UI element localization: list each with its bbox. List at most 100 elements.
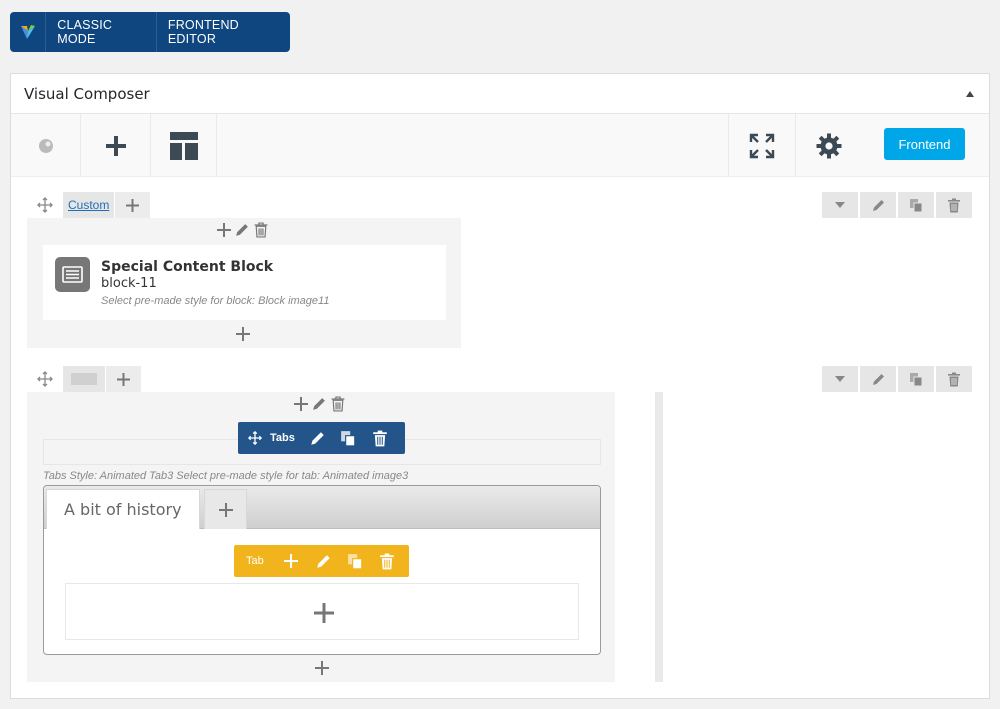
trash-icon <box>331 396 345 412</box>
composer-content: Custom Special Content Block block-11 Se… <box>11 178 989 698</box>
gear-icon <box>816 133 841 158</box>
plus-icon <box>217 223 231 237</box>
vc-logo-icon[interactable] <box>10 12 47 52</box>
plus-icon <box>236 327 250 341</box>
tabs-element-controls: Tabs <box>238 422 405 454</box>
row-toggle-button[interactable] <box>822 366 858 392</box>
element-subtitle: block-11 <box>101 276 157 291</box>
classic-mode-button[interactable]: CLASSIC MODE <box>46 12 156 52</box>
add-element-to-column-button[interactable] <box>235 326 251 342</box>
row2-column: Tabs Tabs Style: Animated Tab3 Select pr… <box>27 392 615 682</box>
row-add-column-button[interactable] <box>114 192 151 218</box>
trash-icon <box>254 222 268 238</box>
pencil-icon <box>313 398 325 410</box>
tab-content-dropzone[interactable] <box>65 583 579 640</box>
element-title: Special Content Block <box>101 259 274 275</box>
visual-composer-panel: Visual Composer Frontend Custom Special … <box>10 73 990 699</box>
pencil-icon <box>872 373 884 385</box>
tabs-delete-button[interactable] <box>372 430 388 447</box>
plus-icon <box>218 502 233 517</box>
plus-icon <box>117 372 130 386</box>
layout-icon <box>169 131 198 160</box>
tabs-header: A bit of history <box>44 486 600 529</box>
tab-clone-button[interactable] <box>347 553 364 570</box>
plus-icon <box>294 397 308 411</box>
tabs-style-description: Tabs Style: Animated Tab3 Select pre-mad… <box>43 470 409 482</box>
trash-icon <box>948 198 960 212</box>
column-edit-button[interactable] <box>234 222 250 238</box>
fullscreen-button[interactable] <box>728 114 795 177</box>
row-move-handle[interactable] <box>27 192 63 218</box>
panel-header: Visual Composer <box>11 74 989 114</box>
add-element-to-column-button[interactable] <box>314 660 330 676</box>
tabs-move-handle[interactable] <box>248 431 262 445</box>
plus-icon <box>314 603 334 623</box>
row-clone-button[interactable] <box>898 366 934 392</box>
row-edit-button[interactable] <box>860 192 896 218</box>
row-edit-button[interactable] <box>860 366 896 392</box>
pencil-icon <box>311 431 324 445</box>
row1-column: Special Content Block block-11 Select pr… <box>27 218 461 348</box>
caret-down-icon <box>835 376 845 382</box>
row-delete-button[interactable] <box>936 192 972 218</box>
settings-button[interactable] <box>795 114 861 177</box>
tab-a-bit-of-history[interactable]: A bit of history <box>46 489 200 529</box>
special-content-block-element[interactable]: Special Content Block block-11 Select pr… <box>43 245 446 320</box>
templates-button[interactable] <box>151 114 217 177</box>
row-toggle-button[interactable] <box>822 192 858 218</box>
frontend-editor-button[interactable]: FRONTEND EDITOR <box>155 12 290 52</box>
plus-icon <box>105 135 126 156</box>
row-move-handle[interactable] <box>27 366 63 392</box>
column-delete-button[interactable] <box>330 396 346 412</box>
column-delete-button[interactable] <box>253 222 269 238</box>
column-add-button[interactable] <box>217 223 231 237</box>
plus-icon <box>126 198 140 212</box>
row-clone-button[interactable] <box>898 192 934 218</box>
frontend-button[interactable]: Frontend <box>884 128 965 160</box>
content-block-icon <box>55 257 90 292</box>
tabs-clone-button[interactable] <box>340 430 357 447</box>
move-icon <box>37 371 53 387</box>
pencil-icon <box>236 224 248 236</box>
move-icon <box>248 431 262 445</box>
add-element-button[interactable] <box>81 114 151 177</box>
caret-down-icon <box>835 202 845 208</box>
tab-edit-button[interactable] <box>315 553 332 570</box>
clone-icon <box>909 198 922 212</box>
trash-icon <box>379 553 394 569</box>
column-edit-button[interactable] <box>311 396 327 412</box>
move-icon <box>37 197 53 213</box>
panel-title: Visual Composer <box>24 84 150 103</box>
tabs-label: Tabs <box>270 432 295 444</box>
column-controls <box>217 222 269 238</box>
mode-switch-bar: CLASSIC MODE FRONTEND EDITOR <box>10 12 290 52</box>
tabs-edit-button[interactable] <box>309 430 326 447</box>
tab-label: Tab <box>246 555 264 567</box>
tab-add-button[interactable] <box>283 554 298 568</box>
row1-controls: Custom <box>27 192 151 218</box>
column-divider <box>655 392 663 682</box>
single-column-layout-icon <box>71 373 97 385</box>
column-add-button[interactable] <box>294 397 308 411</box>
logo-dot-button[interactable] <box>11 114 81 177</box>
tab-delete-button[interactable] <box>379 553 395 570</box>
column-controls <box>294 396 346 412</box>
composer-toolbar: Frontend <box>11 114 989 177</box>
row-layout-button[interactable] <box>63 366 105 392</box>
row-delete-button[interactable] <box>936 366 972 392</box>
add-element-to-tab-button[interactable] <box>314 603 334 623</box>
collapse-toggle-icon[interactable] <box>966 90 974 97</box>
clone-icon <box>347 553 363 569</box>
pencil-icon <box>872 199 884 211</box>
row2-actions <box>822 366 972 392</box>
fullscreen-icon <box>749 133 775 158</box>
tabs-container: A bit of history Tab <box>43 485 601 655</box>
add-tab-button[interactable] <box>204 489 247 529</box>
logo-dot-icon <box>38 138 53 153</box>
tab-section-controls: Tab <box>234 545 409 577</box>
row-add-column-button[interactable] <box>105 366 141 392</box>
plus-icon <box>283 554 298 568</box>
element-description: Select pre-made style for block: Block i… <box>101 295 330 307</box>
plus-icon <box>315 661 329 675</box>
row-layout-custom-link[interactable]: Custom <box>63 192 115 218</box>
